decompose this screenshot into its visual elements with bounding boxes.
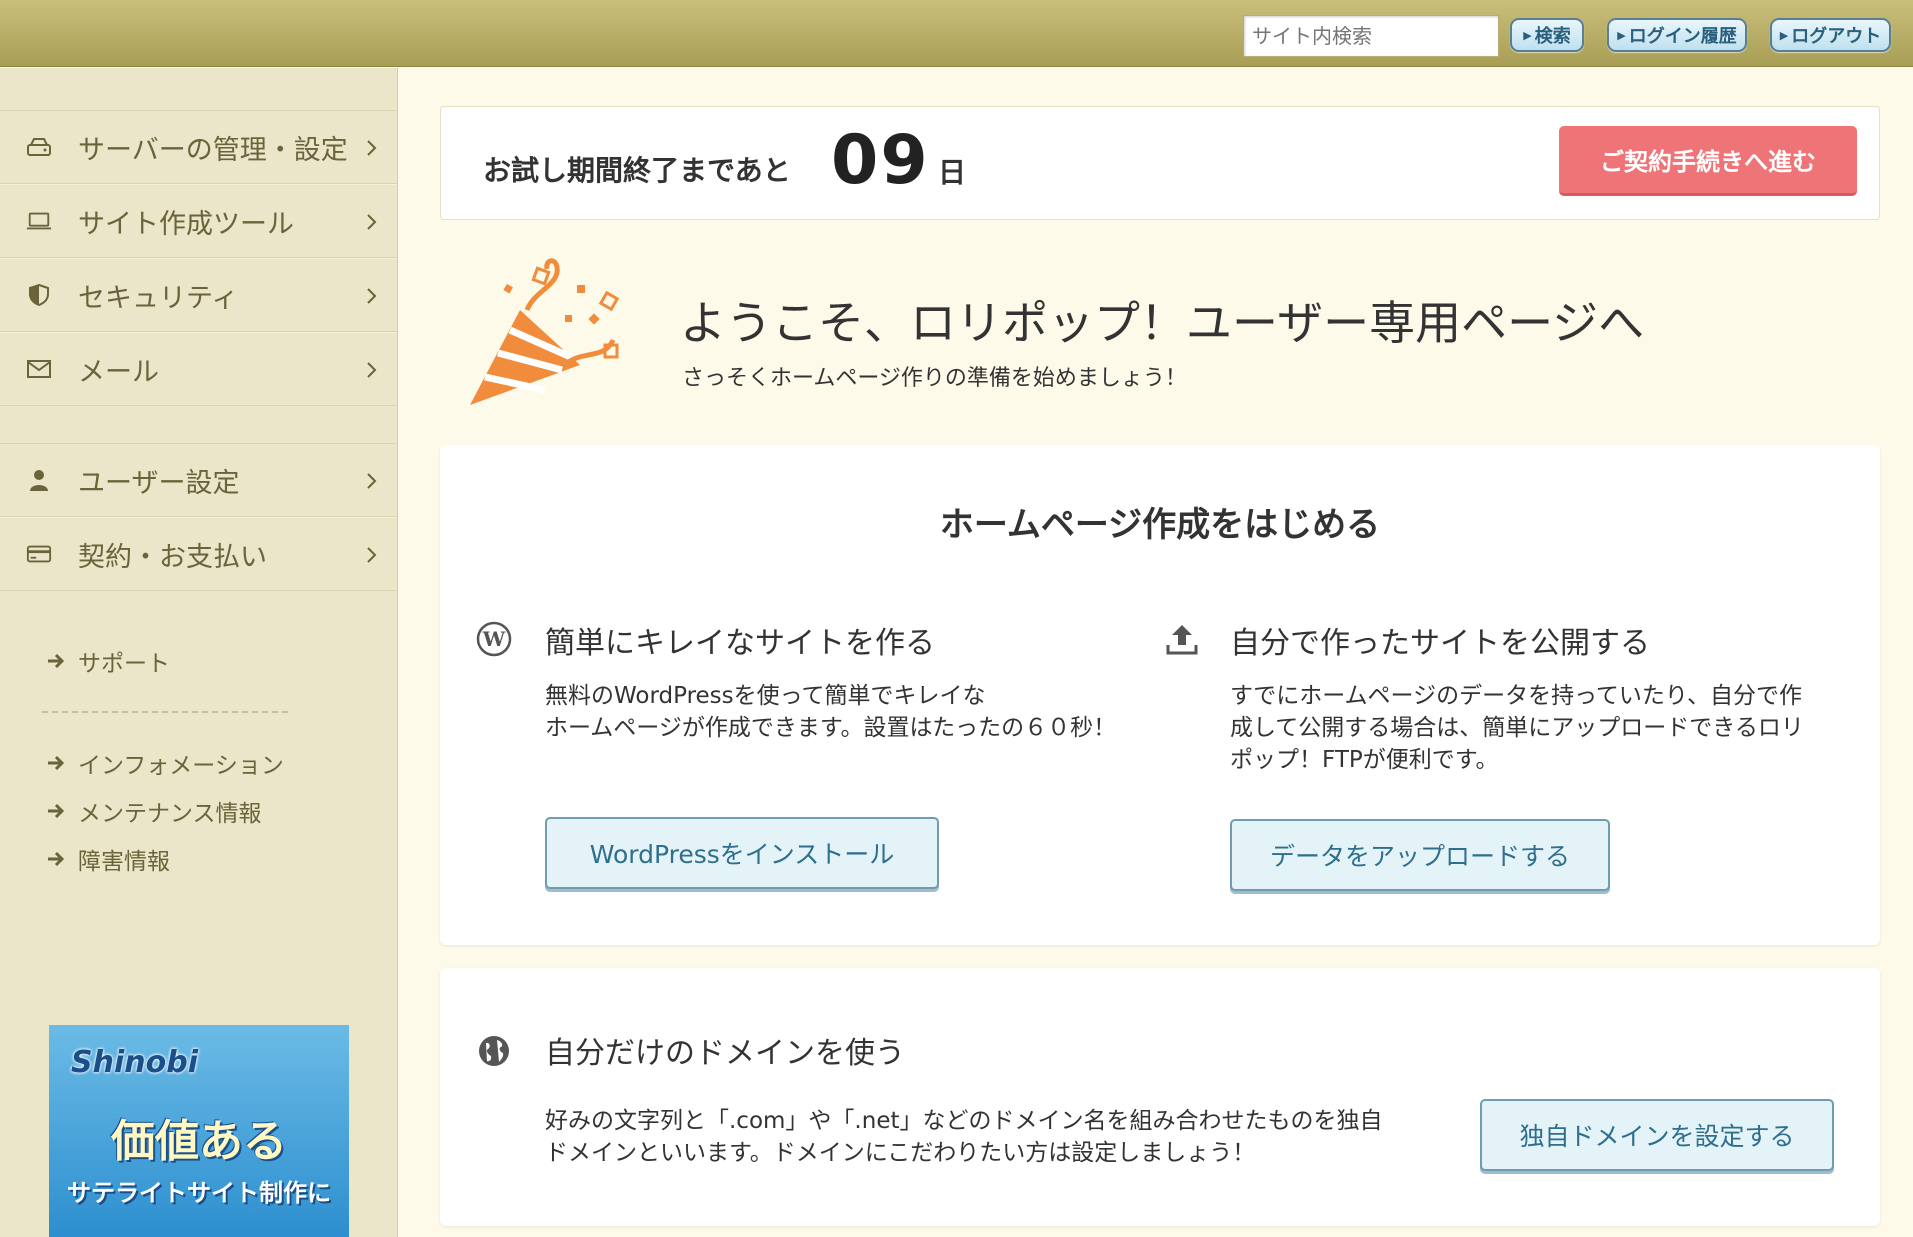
sidebar-nav-main: サーバーの管理・設定 サイト作成ツール セキュリティ メール (0, 110, 397, 406)
arrow-right-icon (48, 653, 65, 669)
upload-data-button[interactable]: データをアップロードする (1230, 819, 1610, 891)
search-button[interactable]: ▶ 検索 (1510, 18, 1584, 52)
wordpress-col-title: 簡単にキレイなサイトを作る (545, 626, 935, 661)
arrow-right-icon (48, 755, 65, 771)
globe-icon (475, 1032, 513, 1070)
play-triangle-icon: ▶ (1617, 28, 1626, 42)
credit-card-icon (26, 541, 52, 567)
banner-logo: Shinobi (71, 1045, 198, 1080)
domain-desc: 好みの文字列と「.com」や「.net」などのドメイン名を組み合わせたものを独自… (545, 1108, 1383, 1166)
domain-title: 自分だけのドメインを使う (545, 1036, 905, 1071)
sidebar-divider (42, 711, 288, 713)
card-title: ホームページ作成をはじめる (939, 505, 1381, 545)
support-link[interactable]: サポート (46, 637, 397, 685)
top-bar: ▶検索 ▶ログイン履歴 ▶ログアウト (0, 0, 1913, 67)
trial-text: お試し期間終了まであと (483, 154, 791, 187)
trial-days-unit: 日 (938, 156, 967, 189)
login-history-button[interactable]: ▶ ログイン履歴 (1607, 18, 1747, 52)
sidebar-item-security[interactable]: セキュリティ (0, 258, 397, 332)
welcome-subtitle: さっそくホームページ作りの準備を始めましょう！ (682, 366, 1187, 391)
sidebar-sub-links: サポート インフォメーション メンテナンス情報 障害情報 (0, 637, 397, 883)
chevron-right-icon (367, 140, 377, 156)
wordpress-col-desc: 無料のWordPressを使って簡単でキレイな ホームページが作成できます。設置… (545, 683, 1117, 741)
set-domain-button[interactable]: 独自ドメインを設定する (1480, 1099, 1834, 1171)
upload-icon (1163, 620, 1201, 658)
shinobi-banner[interactable]: Shinobi 価値ある サテライトサイト制作に (49, 1025, 349, 1237)
homepage-start-card: ホームページ作成をはじめる W 簡単にキレイなサイトを作る 無料のWordPre… (440, 445, 1880, 945)
chevron-right-icon (367, 288, 377, 304)
party-popper-icon (470, 258, 620, 405)
logout-button[interactable]: ▶ ログアウト (1770, 18, 1891, 52)
upload-col-title: 自分で作ったサイトを公開する (1230, 626, 1650, 661)
install-wordpress-button[interactable]: WordPressをインストール (545, 817, 939, 889)
server-icon (26, 134, 52, 160)
chevron-right-icon (367, 473, 377, 489)
banner-subtext: サテライトサイト制作に (67, 1179, 331, 1207)
arrow-right-icon (48, 803, 65, 819)
welcome-title: ようこそ、ロリポップ！ユーザー専用ページへ (680, 296, 1645, 350)
domain-card: 自分だけのドメインを使う 好みの文字列と「.com」や「.net」などのドメイン… (440, 968, 1880, 1226)
contract-button[interactable]: ご契約手続きへ進む (1559, 126, 1857, 196)
play-triangle-icon: ▶ (1523, 28, 1532, 42)
sidebar-item-server[interactable]: サーバーの管理・設定 (0, 110, 397, 184)
trial-days-remaining: 09 (831, 121, 930, 200)
sidebar-nav-account: ユーザー設定 契約・お支払い (0, 443, 397, 591)
site-search-input[interactable] (1243, 15, 1499, 57)
svg-text:W: W (482, 627, 506, 651)
chevron-right-icon (367, 214, 377, 230)
upload-col-desc: すでにホームページのデータを持っていたり、自分で作 成して公開する場合は、簡単に… (1230, 683, 1804, 773)
sidebar-item-user-settings[interactable]: ユーザー設定 (0, 443, 397, 517)
user-icon (26, 467, 52, 493)
laptop-icon (26, 208, 52, 234)
chevron-right-icon (367, 547, 377, 563)
sidebar-item-site-tools[interactable]: サイト作成ツール (0, 184, 397, 258)
sidebar-item-mail[interactable]: メール (0, 332, 397, 406)
maintenance-link[interactable]: メンテナンス情報 (46, 787, 397, 835)
outage-link[interactable]: 障害情報 (46, 835, 397, 883)
banner-headline: 価値ある (111, 1116, 287, 1167)
wordpress-icon: W (475, 620, 513, 658)
arrow-right-icon (48, 851, 65, 867)
information-link[interactable]: インフォメーション (46, 739, 397, 787)
shield-icon (26, 282, 52, 308)
sidebar-item-billing[interactable]: 契約・お支払い (0, 517, 397, 591)
chevron-right-icon (367, 362, 377, 378)
play-triangle-icon: ▶ (1779, 28, 1789, 42)
mail-icon (26, 356, 52, 382)
trial-notice: お試し期間終了まであと 09 日 ご契約手続きへ進む (440, 106, 1880, 220)
